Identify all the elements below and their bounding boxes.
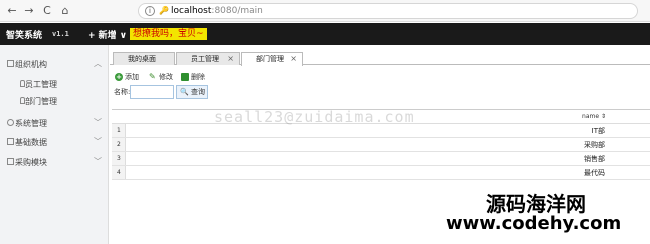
search-label: 名称:: [114, 88, 131, 96]
sidebar-item-label: 采购模块: [15, 158, 47, 167]
app-header: 智笑系统 v1.1 + 新增 ∨ 想撩我吗，宝贝~: [0, 23, 650, 45]
tab-department[interactable]: 部门管理 ×: [241, 52, 303, 66]
tab-label: 员工管理: [191, 55, 219, 63]
back-icon[interactable]: ←: [5, 4, 19, 18]
forward-icon[interactable]: →: [22, 4, 36, 18]
table-row[interactable]: 1 IT部: [112, 124, 650, 138]
table-row[interactable]: 3 销售部: [112, 152, 650, 166]
add-icon: +: [115, 73, 123, 81]
table-row[interactable]: 4 最代码: [112, 166, 650, 180]
site-url-overlay: www.codehy.com: [446, 213, 622, 234]
delete-icon: [181, 73, 189, 81]
chevron-down-icon: ﹀: [94, 157, 102, 166]
grid-icon: [7, 138, 14, 145]
sidebar-item-label: 基础数据: [15, 138, 47, 147]
url-host: localhost: [171, 6, 212, 16]
chevron-down-icon: ﹀: [94, 118, 102, 127]
close-icon[interactable]: ×: [227, 53, 234, 65]
search-button-label: 查询: [190, 88, 205, 96]
add-button[interactable]: + 添加: [115, 72, 139, 82]
tab-employee[interactable]: 员工管理 ×: [176, 52, 240, 65]
delete-button[interactable]: 删除: [181, 72, 205, 82]
app-brand: 智笑系统: [6, 31, 43, 41]
tab-label: 部门管理: [256, 55, 284, 63]
address-bar[interactable]: i 🔑 localhost:8080/main: [138, 3, 638, 19]
search-button[interactable]: 🔍 查询: [176, 85, 208, 99]
chevron-up-icon: ︿: [94, 59, 102, 68]
row-number: 3: [112, 152, 126, 165]
sidebar: 组织机构 ︿ 员工管理 部门管理 系统管理 ﹀ 基础数据 ﹀ 采购模块 ﹀: [0, 45, 109, 244]
gear-icon: [7, 119, 14, 126]
app-version: v1.1: [52, 30, 69, 38]
key-icon: 🔑: [159, 6, 169, 15]
sidebar-item-label: 部门管理: [25, 97, 57, 106]
sidebar-item-label: 系统管理: [15, 119, 47, 128]
edit-label: 修改: [159, 73, 173, 81]
home-icon[interactable]: ⌂: [58, 4, 72, 18]
sidebar-item-department[interactable]: 部门管理: [0, 94, 109, 108]
tab-strip: 我的桌面 员工管理 × 部门管理 ×: [110, 52, 650, 66]
column-header-name[interactable]: name ⇕: [582, 113, 606, 120]
sidebar-item-org[interactable]: 组织机构 ︿: [0, 56, 109, 72]
row-number: 4: [112, 166, 126, 179]
chevron-down-icon: ﹀: [94, 137, 102, 146]
sidebar-item-label: 组织机构: [15, 60, 47, 69]
tab-label: 我的桌面: [128, 55, 156, 63]
info-icon[interactable]: i: [145, 6, 155, 16]
browser-toolbar: ← → C ⌂ i 🔑 localhost:8080/main: [0, 0, 650, 22]
close-icon[interactable]: ×: [290, 53, 297, 65]
delete-label: 删除: [191, 73, 205, 81]
sidebar-item-basedata[interactable]: 基础数据 ﹀: [0, 134, 109, 150]
grid-icon: [7, 158, 14, 165]
url-text[interactable]: localhost:8080/main: [171, 6, 263, 16]
sidebar-item-system[interactable]: 系统管理 ﹀: [0, 115, 109, 131]
search-input[interactable]: [130, 85, 174, 99]
folder-icon: [7, 60, 14, 67]
cell-name: IT部: [591, 127, 605, 135]
sidebar-item-purchase[interactable]: 采购模块 ﹀: [0, 154, 109, 170]
table-row[interactable]: 2 采购部: [112, 138, 650, 152]
row-number: 1: [112, 124, 126, 137]
header-banner: 想撩我吗，宝贝~: [130, 28, 207, 40]
sidebar-item-label: 员工管理: [25, 80, 57, 89]
url-path: :8080/main: [211, 6, 263, 16]
edit-button[interactable]: ✎ 修改: [149, 72, 173, 82]
reload-icon[interactable]: C: [40, 4, 54, 18]
cell-name: 最代码: [584, 169, 605, 177]
edit-icon: ✎: [149, 72, 156, 81]
watermark-text: seall23@zuidaima.com: [214, 108, 415, 126]
new-button[interactable]: + 新增 ∨: [88, 28, 127, 41]
sidebar-item-employee[interactable]: 员工管理: [0, 77, 109, 91]
search-icon: 🔍: [180, 88, 189, 96]
row-number: 2: [112, 138, 126, 151]
cell-name: 销售部: [584, 155, 605, 163]
cell-name: 采购部: [584, 141, 605, 149]
add-label: 添加: [125, 73, 139, 81]
tab-desktop[interactable]: 我的桌面: [113, 52, 175, 65]
